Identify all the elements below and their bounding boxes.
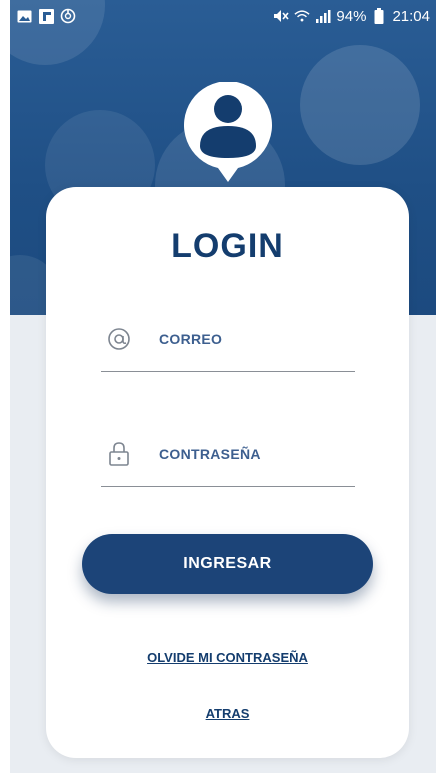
user-pin-icon: [182, 81, 274, 182]
email-field[interactable]: CORREO: [101, 302, 355, 372]
battery-percent: 94%: [336, 7, 367, 25]
password-label: CONTRASEÑA: [159, 446, 261, 462]
password-field[interactable]: CONTRASEÑA: [101, 417, 355, 487]
clock: 21:04: [392, 7, 430, 25]
lock-icon: [106, 441, 132, 467]
flipboard-icon: [38, 8, 54, 24]
battery-icon: [371, 8, 387, 24]
sync-icon: [60, 8, 76, 24]
status-bar: 94% 21:04: [10, 0, 436, 32]
wifi-icon: [294, 8, 311, 24]
at-icon: [106, 326, 132, 352]
email-label: CORREO: [159, 331, 223, 347]
page-title: LOGIN: [171, 227, 284, 265]
signal-icon: [315, 8, 331, 24]
login-card: LOGIN CORREO CONTRASEÑA INGRESAR OLVIDE …: [46, 187, 409, 758]
image-icon: [16, 8, 32, 24]
forgot-password-link[interactable]: OLVIDE MI CONTRASEÑA: [46, 650, 409, 665]
back-link[interactable]: ATRAS: [46, 706, 409, 721]
mute-icon: [273, 8, 290, 24]
decor-circle: [300, 45, 420, 165]
login-button[interactable]: INGRESAR: [82, 534, 373, 594]
